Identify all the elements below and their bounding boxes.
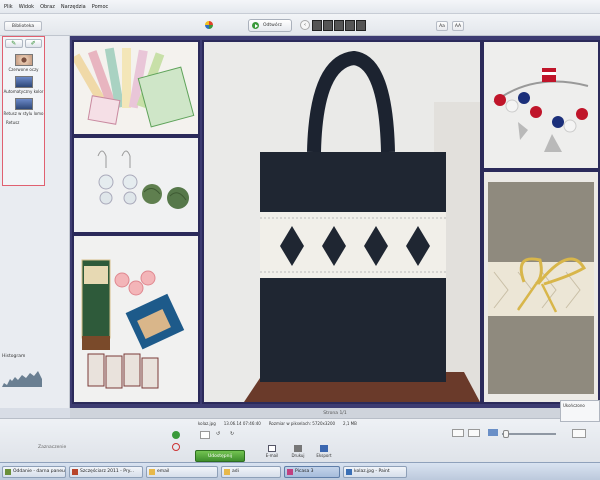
fix-label: Automatyczny kolor [3,89,44,94]
menu-view[interactable]: Widok [19,4,34,10]
view-mode-button[interactable] [468,429,480,437]
thumbnail[interactable] [356,20,366,31]
menu-bar: Plik Widok Obraz Narzędzia Pomoc [0,0,600,14]
photo-notebook[interactable] [482,170,600,404]
photo-bookmarks[interactable] [72,40,200,136]
stop-icon[interactable] [172,443,180,451]
file-size: 2,1 MB [343,421,357,426]
notification-toast[interactable]: Ukończono [560,400,600,422]
file-name: kolaz.jpg [198,421,216,426]
landscape-icon [14,76,33,88]
photo-bag[interactable] [202,40,482,404]
photo-bracelet[interactable] [482,40,600,170]
taskbar-label: Oddanie - darna paneu [13,469,65,474]
app-icon [5,468,11,475]
page-indicator: Strona 1/1 [70,408,600,418]
histogram-graph [2,371,42,387]
taskbar-item[interactable]: Szczęściarz 2011 - Pry... [69,465,143,478]
email-label: E-mail [265,453,279,458]
fix-label: Czerwone oczy [8,67,39,72]
thumbnail[interactable] [345,20,355,31]
view-mode-button[interactable] [452,429,464,437]
menu-help[interactable]: Pomoc [92,4,109,10]
file-dimensions: Rozmiar w pikselach: 5720x3200 [268,421,336,426]
selection-label: Zaznaczenie [38,445,67,450]
thumbnail-strip[interactable] [312,19,368,32]
fix-panel: ✎ ✐ Czerwone oczy Automatyczny kolor Ret… [2,36,45,186]
retouch-label: Retusz [6,120,20,125]
email-button[interactable]: E-mail [260,445,284,458]
folder-icon [224,468,230,475]
edit-sidebar: ✎ ✐ Czerwone oczy Automatyczny kolor Ret… [0,36,70,408]
taskbar-item[interactable]: email [146,465,218,478]
wrench-icon[interactable]: ✎ [5,39,23,48]
rotate-right-icon[interactable]: ↻ [230,431,240,439]
rotate-left-icon[interactable]: ↺ [216,431,226,439]
zoom-slider-thumb[interactable] [503,430,509,438]
toast-label: Ukończono [563,403,585,408]
eye-icon [14,54,33,66]
play-label: Odtwórz [263,23,282,28]
thumbnail[interactable] [312,20,322,31]
print-label: Drukuj [291,453,305,458]
printer-icon [294,445,302,452]
app-icon [72,468,78,475]
share-button[interactable]: Udostępnij [195,450,245,462]
folder-icon [149,468,155,475]
collage-canvas[interactable] [70,36,600,408]
taskbar-item-active[interactable]: Picasa 3 [284,465,340,478]
fix-label: Retusz w stylu lomo [3,111,44,116]
taskbar-item[interactable]: kolaz.jpg - Paint [343,465,407,478]
text-size-small-button[interactable]: Aa [436,21,448,31]
person-icon[interactable] [572,429,586,438]
color-wheel-icon[interactable] [204,20,214,30]
thumbnail[interactable] [334,20,344,31]
toolbar: Biblioteka Odtwórz ‹ Aa AA [0,14,600,36]
taskbar-label: email [157,469,170,474]
taskbar-item[interactable]: adi [221,465,281,478]
bottom-bar: kolaz.jpg 13.06.14 07:46:40 Rozmiar w pi… [0,418,600,462]
zoom-slider[interactable] [502,433,556,435]
taskbar-label: kolaz.jpg - Paint [354,469,390,474]
auto-color-fix[interactable]: Automatyczny kolor [3,76,44,94]
taskbar-label: Picasa 3 [295,469,314,474]
photo-chocolate[interactable] [72,234,200,404]
menu-file[interactable]: Plik [4,4,13,10]
taskbar-item[interactable]: Oddanie - darna paneu [2,465,66,478]
print-button[interactable]: Drukuj [286,445,310,458]
taskbar-label: Szczęściarz 2011 - Pry... [80,469,135,474]
play-icon [252,22,259,29]
upload-icon[interactable] [172,431,180,439]
text-size-large-button[interactable]: AA [452,21,464,31]
hold-icon[interactable] [200,431,210,439]
menu-tools[interactable]: Narzędzia [61,4,86,10]
red-eye-fix[interactable]: Czerwone oczy [3,54,44,72]
lomo-fix[interactable]: Retusz w stylu lomo [3,98,44,116]
thumbnail[interactable] [323,20,333,31]
folder-icon [320,445,328,452]
zoom-icon [488,429,498,436]
brush-icon[interactable]: ✐ [24,39,42,48]
photo-earrings[interactable] [72,136,200,234]
prev-arrow-icon[interactable]: ‹ [300,20,310,30]
paint-icon [346,468,352,475]
back-to-library-button[interactable]: Biblioteka [4,21,42,31]
file-date: 13.06.14 07:46:40 [223,421,261,426]
picasa-icon [287,468,293,475]
export-label: Eksport [316,453,332,458]
histogram: Histogram [2,354,42,390]
menu-image[interactable]: Obraz [40,4,55,10]
envelope-icon [268,445,276,452]
taskbar: Oddanie - darna paneu Szczęściarz 2011 -… [0,462,600,480]
file-info: kolaz.jpg 13.06.14 07:46:40 Rozmiar w pi… [198,421,398,427]
taskbar-label: adi [232,469,239,474]
export-button[interactable]: Eksport [312,445,336,458]
landscape-icon [14,98,33,110]
play-button[interactable]: Odtwórz [248,19,292,32]
